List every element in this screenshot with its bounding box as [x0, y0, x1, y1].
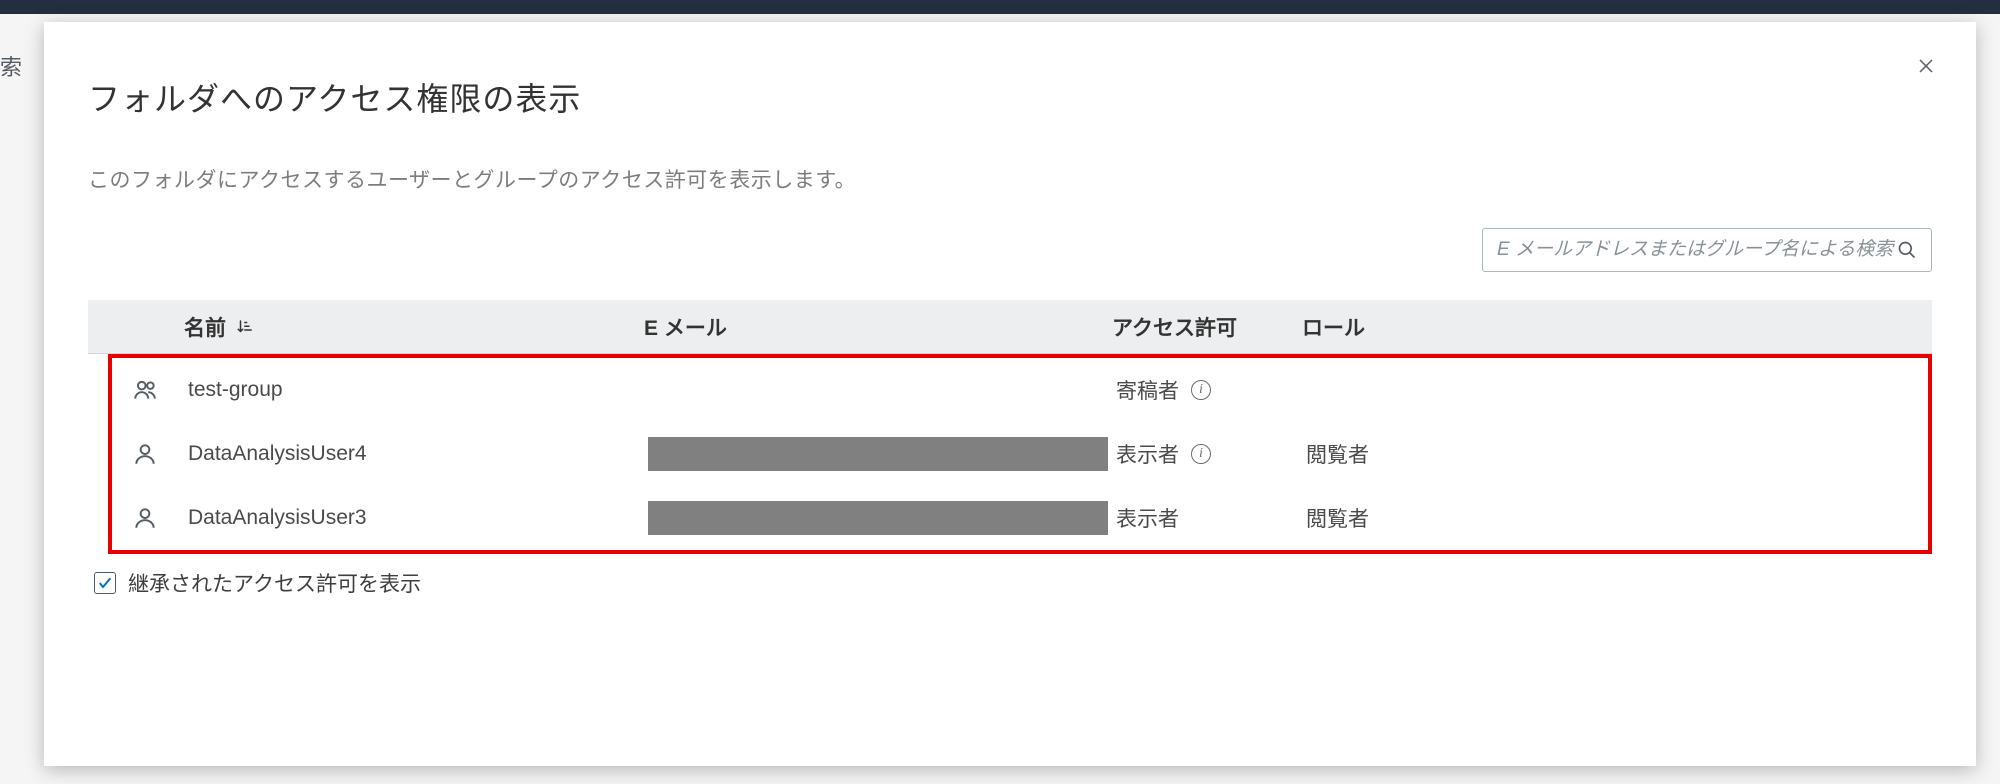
- search-input[interactable]: [1497, 239, 1897, 261]
- row-permission: 寄稿者: [1116, 375, 1179, 405]
- header-role: ロール: [1302, 312, 1365, 342]
- group-icon: [112, 377, 188, 403]
- row-name: DataAnalysisUser4: [188, 442, 367, 466]
- permissions-modal: フォルダへのアクセス権限の表示 このフォルダにアクセスするユーザーとグループのア…: [44, 22, 1976, 766]
- info-icon[interactable]: i: [1191, 380, 1211, 400]
- search-icon: [1897, 240, 1917, 260]
- redacted-email: [648, 437, 1108, 471]
- inherited-permissions-row: 継承されたアクセス許可を表示: [88, 568, 1932, 598]
- user-icon: [112, 505, 188, 531]
- sort-ascending-icon[interactable]: [236, 318, 254, 336]
- table-row: DataAnalysisUser4 表示者 i 閲覧者: [112, 422, 1928, 486]
- modal-title: フォルダへのアクセス権限の表示: [88, 74, 1932, 120]
- row-name: DataAnalysisUser3: [188, 506, 367, 530]
- row-permission: 表示者: [1116, 503, 1179, 533]
- table-row: DataAnalysisUser3 表示者 閲覧者: [112, 486, 1928, 550]
- app-background: 索 フォルダへのアクセス権限の表示 このフォルダにアクセスするユーザーとグループ…: [0, 0, 2000, 784]
- bg-partial-text: 索: [0, 50, 22, 82]
- close-button[interactable]: [1910, 50, 1942, 82]
- row-email: [648, 437, 1116, 471]
- user-icon: [112, 441, 188, 467]
- redacted-email: [648, 501, 1108, 535]
- search-row: [88, 228, 1932, 272]
- row-role: 閲覧者: [1306, 503, 1369, 533]
- highlight-box: test-group 寄稿者 i DataAnalysisUser4: [108, 354, 1932, 554]
- search-field-wrap[interactable]: [1482, 228, 1932, 272]
- row-email: [648, 501, 1116, 535]
- modal-subtitle: このフォルダにアクセスするユーザーとグループのアクセス許可を表示します。: [88, 164, 1932, 194]
- topbar: [0, 0, 2000, 14]
- inherited-permissions-label: 継承されたアクセス許可を表示: [128, 568, 421, 598]
- header-email: E メール: [644, 312, 727, 342]
- inherited-permissions-checkbox[interactable]: [94, 572, 116, 594]
- check-icon: [97, 575, 113, 591]
- table-header-row: 名前 E メール アクセス許可 ロール: [88, 300, 1932, 354]
- row-permission: 表示者: [1116, 439, 1179, 469]
- close-icon: [1917, 57, 1935, 75]
- row-role: 閲覧者: [1306, 439, 1369, 469]
- permissions-table: 名前 E メール アクセス許可 ロール test-group: [88, 300, 1932, 554]
- row-name: test-group: [188, 378, 283, 402]
- header-permission: アクセス許可: [1112, 312, 1237, 342]
- info-icon[interactable]: i: [1191, 444, 1211, 464]
- header-name[interactable]: 名前: [184, 312, 226, 342]
- table-row: test-group 寄稿者 i: [112, 358, 1928, 422]
